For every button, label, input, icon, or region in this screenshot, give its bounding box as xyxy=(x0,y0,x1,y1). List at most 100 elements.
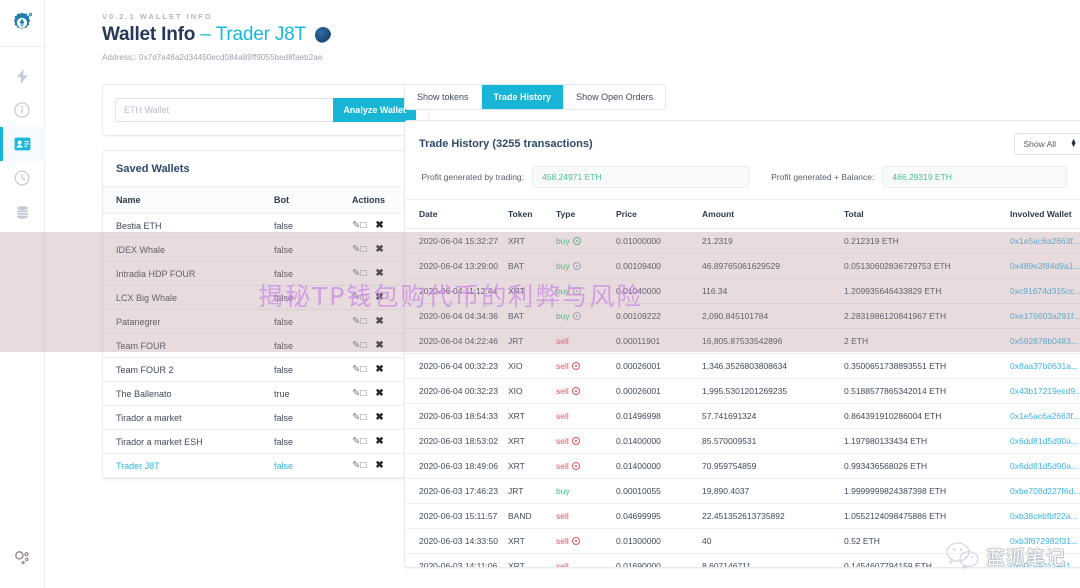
saved-wallet-bot: false xyxy=(274,453,352,478)
wallet-link[interactable]: 0xe176603a291f... xyxy=(1010,311,1080,321)
wallet-link[interactable]: 0xbe708d227f6d... xyxy=(1010,486,1080,496)
trade-involved-wallet[interactable]: 0x00ca9022e61... xyxy=(1010,553,1080,567)
rail-item-settings[interactable] xyxy=(0,528,45,588)
wallet-avatar-icon xyxy=(314,27,331,43)
edit-square-icon[interactable]: ✎□ xyxy=(352,292,366,303)
edit-square-icon[interactable]: ✎□ xyxy=(352,268,366,279)
rail-item-lightning[interactable] xyxy=(0,59,45,93)
trade-involved-wallet[interactable]: 0x8aa37b0631a... xyxy=(1010,353,1080,379)
rail-item-wallet-info[interactable] xyxy=(0,127,45,161)
trade-involved-wallet[interactable]: 0xb3f672982f31... xyxy=(1010,528,1080,554)
wallet-link[interactable]: 0x8aa37b0631a... xyxy=(1010,361,1078,371)
saved-wallet-row[interactable]: Team FOUR false ✎□ ✖ xyxy=(103,333,428,358)
trade-total: 1.209935646433829 ETH xyxy=(844,278,1010,304)
close-x-icon[interactable]: ✖ xyxy=(375,292,383,303)
trade-row: 2020-06-04 13:29:00 BAT buy 0.00109400 46.89… xyxy=(405,253,1080,279)
edit-square-icon[interactable]: ✎□ xyxy=(352,364,366,375)
saved-wallet-row[interactable]: Bestia ETH false ✎□ ✖ xyxy=(103,213,428,238)
saved-wallet-row[interactable]: The Ballenato true ✎□ ✖ xyxy=(103,381,428,406)
edit-square-icon[interactable]: ✎□ xyxy=(352,460,366,471)
wallet-link[interactable]: 0x1e5ac6a2663f... xyxy=(1010,411,1080,421)
trade-price: 0.00109400 xyxy=(616,253,702,279)
bot-target-icon xyxy=(572,287,581,295)
wallet-link[interactable]: 0x6dd81d5d90a... xyxy=(1010,461,1078,471)
col-header-name: Name xyxy=(103,186,274,214)
saved-wallet-row[interactable]: Patanegrer false ✎□ ✖ xyxy=(103,309,428,334)
edit-square-icon[interactable]: ✎□ xyxy=(352,244,366,255)
edit-square-icon[interactable]: ✎□ xyxy=(352,412,366,423)
show-all-select[interactable]: Show All ▲ ▼ xyxy=(1014,133,1080,155)
trade-row: 2020-06-03 15:11:57 BAND sell 0.04699995 22.… xyxy=(405,503,1080,529)
close-x-icon[interactable]: ✖ xyxy=(375,364,383,375)
trade-involved-wallet[interactable]: 0xbe708d227f6d... xyxy=(1010,478,1080,504)
trade-involved-wallet[interactable]: 0x1e5ac6a2663f... xyxy=(1010,228,1080,254)
saved-wallet-row[interactable]: Trader J8T false ✎□ ✖ xyxy=(103,453,428,478)
trade-involved-wallet[interactable]: 0x489e2f84d9a1... xyxy=(1010,253,1080,279)
col-header-total: Total xyxy=(844,199,1010,229)
rail-item-info[interactable] xyxy=(0,93,45,127)
saved-wallet-row[interactable]: LCX Big Whale false ✎□ ✖ xyxy=(103,285,428,310)
wallet-link[interactable]: 0x1e5ac6a2663f... xyxy=(1010,236,1080,246)
tab-trade-history[interactable]: Trade History xyxy=(481,85,565,109)
rail-item-database[interactable] xyxy=(0,195,45,229)
close-x-icon[interactable]: ✖ xyxy=(375,268,383,279)
trade-total: 0.993436568026 ETH xyxy=(844,453,1010,479)
saved-wallet-row[interactable]: Tirador a market false ✎□ ✖ xyxy=(103,405,428,430)
wallet-info-app: V0.2.1 WALLET INFO Wallet Info – Trader … xyxy=(0,0,1080,588)
edit-square-icon[interactable]: ✎□ xyxy=(352,436,366,447)
trade-row: 2020-06-03 14:11:06 XRT sell 0.01690000 8.60… xyxy=(405,553,1080,568)
wallet-link[interactable]: 0xc91674d315cc... xyxy=(1010,286,1080,296)
close-x-icon[interactable]: ✖ xyxy=(375,412,383,423)
saved-wallet-row[interactable]: Team FOUR 2 false ✎□ ✖ xyxy=(103,357,428,382)
trade-type: sell xyxy=(556,403,616,429)
trade-involved-wallet[interactable]: 0xe176603a291f... xyxy=(1010,303,1080,329)
trade-token: BAND xyxy=(508,503,556,529)
profit-summary: Profit generated by trading: 458.24971 E… xyxy=(405,166,1080,199)
settings-nodes-icon xyxy=(14,550,29,564)
edit-square-icon[interactable]: ✎□ xyxy=(352,316,366,327)
saved-wallet-row[interactable]: Intradia HDP FOUR false ✎□ ✖ xyxy=(103,261,428,286)
trade-involved-wallet[interactable]: 0x43b17219ecd9... xyxy=(1010,378,1080,404)
saved-wallet-name: LCX Big Whale xyxy=(103,285,274,310)
close-x-icon[interactable]: ✖ xyxy=(375,436,383,447)
trade-type-label: sell xyxy=(556,561,569,568)
trade-involved-wallet[interactable]: 0xc91674d315cc... xyxy=(1010,278,1080,304)
trade-type-label: sell xyxy=(556,461,569,471)
wallet-link[interactable]: 0x6dd81d5d90a... xyxy=(1010,436,1078,446)
saved-wallet-bot: false xyxy=(274,237,352,262)
wallet-link[interactable]: 0xb38cebfbf22a... xyxy=(1010,511,1078,521)
trade-type: buy xyxy=(556,228,616,254)
saved-wallet-row[interactable]: Tirador a market ESH false ✎□ ✖ xyxy=(103,429,428,454)
edit-square-icon[interactable]: ✎□ xyxy=(352,388,366,399)
wallet-link[interactable]: 0x489e2f84d9a1... xyxy=(1010,261,1080,271)
close-x-icon[interactable]: ✖ xyxy=(375,340,383,351)
close-x-icon[interactable]: ✖ xyxy=(375,316,383,327)
trade-involved-wallet[interactable]: 0x1e5ac6a2663f... xyxy=(1010,403,1080,429)
wallet-link[interactable]: 0x43b17219ecd9... xyxy=(1010,386,1080,396)
tab-show-tokens[interactable]: Show tokens xyxy=(405,85,482,109)
app-logo[interactable] xyxy=(0,0,45,47)
wallet-link[interactable]: 0x00ca9022e61... xyxy=(1010,561,1078,567)
saved-wallet-row[interactable]: IDEX Whale false ✎□ ✖ xyxy=(103,237,428,262)
icon-rail xyxy=(0,0,45,588)
trade-involved-wallet[interactable]: 0x6dd81d5d90a... xyxy=(1010,428,1080,454)
trade-type: sell xyxy=(556,353,616,379)
trade-price: 0.04699995 xyxy=(616,503,702,529)
trade-involved-wallet[interactable]: 0x592878b0483... xyxy=(1010,328,1080,354)
close-x-icon[interactable]: ✖ xyxy=(375,460,383,471)
eth-wallet-input[interactable] xyxy=(115,98,334,122)
trade-row: 2020-06-03 17:46:23 JRT buy 0.00010055 19,89… xyxy=(405,478,1080,504)
trade-type-label: sell xyxy=(556,386,569,396)
wallet-link[interactable]: 0xb3f672982f31... xyxy=(1010,536,1078,546)
edit-square-icon[interactable]: ✎□ xyxy=(352,340,366,351)
close-x-icon[interactable]: ✖ xyxy=(375,388,383,399)
edit-square-icon[interactable]: ✎□ xyxy=(352,220,366,231)
trade-involved-wallet[interactable]: 0x6dd81d5d90a... xyxy=(1010,453,1080,479)
saved-wallet-bot: false xyxy=(274,213,352,238)
rail-item-history[interactable] xyxy=(0,161,45,195)
close-x-icon[interactable]: ✖ xyxy=(375,244,383,255)
wallet-link[interactable]: 0x592878b0483... xyxy=(1010,336,1078,346)
trade-involved-wallet[interactable]: 0xb38cebfbf22a... xyxy=(1010,503,1080,529)
tab-show-open-orders[interactable]: Show Open Orders xyxy=(564,85,666,109)
close-x-icon[interactable]: ✖ xyxy=(375,220,383,231)
